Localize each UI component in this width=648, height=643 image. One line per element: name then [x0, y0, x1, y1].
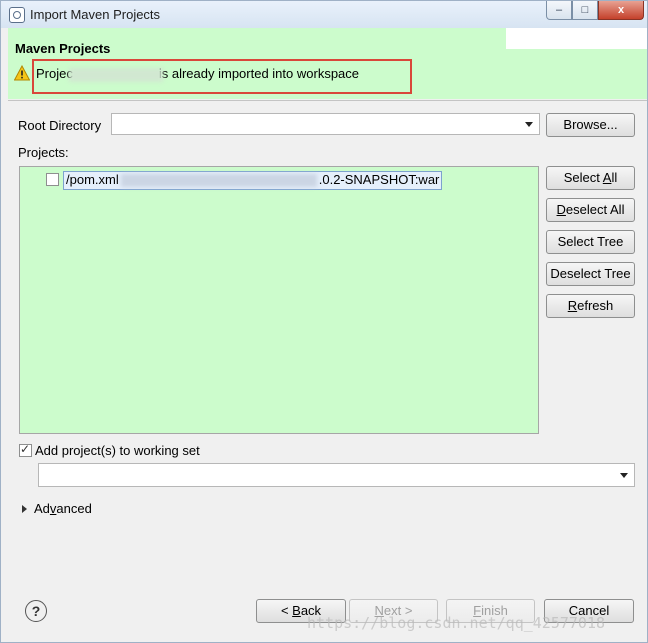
select-tree-button[interactable]: Select Tree	[546, 230, 635, 254]
header-banner-image	[506, 28, 647, 49]
chevron-down-icon[interactable]	[525, 122, 533, 127]
browse-button[interactable]: Browse...	[546, 113, 635, 137]
deselect-tree-button[interactable]: Deselect Tree	[546, 262, 635, 286]
projects-label: Projects:	[18, 145, 69, 160]
projects-tree[interactable]: /pom.xml .0.2-SNAPSHOT:war	[19, 166, 539, 434]
redacted-project-id	[120, 174, 317, 188]
close-button[interactable]: x	[598, 1, 644, 20]
root-directory-combo[interactable]	[111, 113, 540, 135]
watermark-text: https://blog.csdn.net/qq_42577018	[307, 614, 606, 632]
highlight-annotation-box	[32, 59, 412, 94]
working-set-checkbox[interactable]	[19, 442, 32, 457]
deselect-all-button[interactable]: Deselect All	[546, 198, 635, 222]
wizard-header: Maven Projects Projec is already imported…	[8, 28, 647, 99]
eclipse-app-icon	[9, 7, 25, 23]
chevron-down-icon[interactable]	[620, 473, 628, 478]
help-icon[interactable]: ?	[25, 600, 47, 622]
select-all-button[interactable]: Select All	[546, 166, 635, 190]
maximize-button[interactable]: □	[572, 1, 598, 20]
title-bar: Import Maven Projects – □ x	[1, 1, 647, 28]
import-maven-projects-window: Import Maven Projects – □ x Maven Projec…	[0, 0, 648, 643]
project-path-suffix: .0.2-SNAPSHOT:war	[318, 172, 440, 187]
working-set-combo[interactable]	[38, 463, 635, 487]
chevron-right-icon[interactable]	[22, 505, 27, 513]
working-set-label[interactable]: Add project(s) to working set	[35, 443, 200, 458]
root-directory-label: Root Directory	[18, 118, 102, 133]
project-path-prefix: /pom.xml	[66, 172, 119, 187]
project-checkbox[interactable]	[46, 173, 59, 186]
advanced-toggle[interactable]: Advanced	[34, 501, 92, 516]
header-separator	[8, 100, 647, 101]
warning-icon	[14, 65, 30, 81]
window-title: Import Maven Projects	[30, 7, 161, 22]
minimize-button[interactable]: –	[546, 1, 572, 20]
page-title: Maven Projects	[15, 41, 111, 56]
refresh-button[interactable]: Refresh	[546, 294, 635, 318]
project-tree-item[interactable]: /pom.xml .0.2-SNAPSHOT:war	[63, 171, 443, 190]
